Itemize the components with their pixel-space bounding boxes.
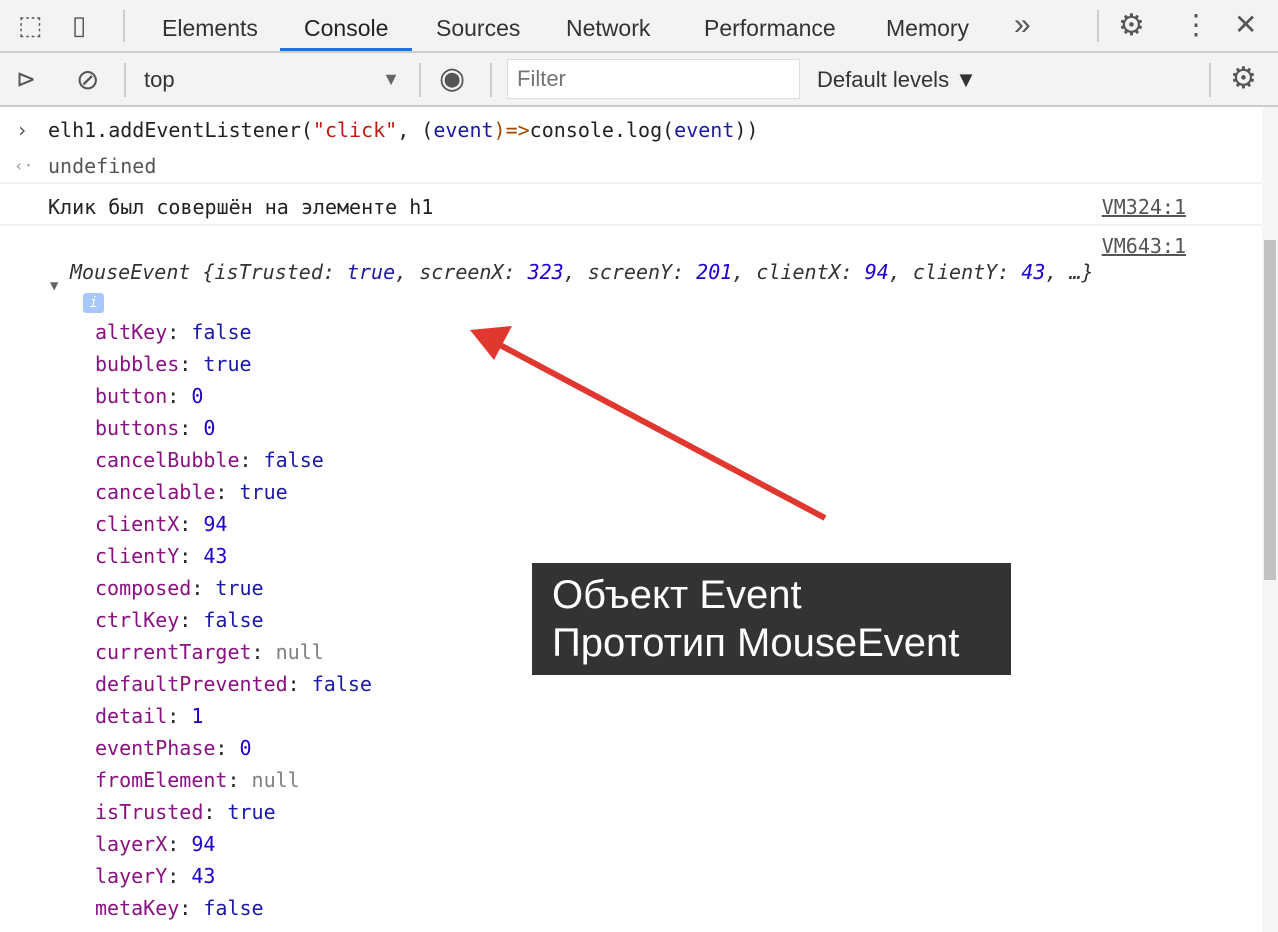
arrow-head xyxy=(470,326,512,360)
annotation-line: Объект Event xyxy=(552,573,802,617)
annotation-box: Объект Event Прототип MouseEvent xyxy=(532,563,1011,675)
annotation-arrow xyxy=(470,326,827,521)
annotation-line: Прототип MouseEvent xyxy=(552,621,960,665)
arrow-shaft xyxy=(498,342,827,521)
